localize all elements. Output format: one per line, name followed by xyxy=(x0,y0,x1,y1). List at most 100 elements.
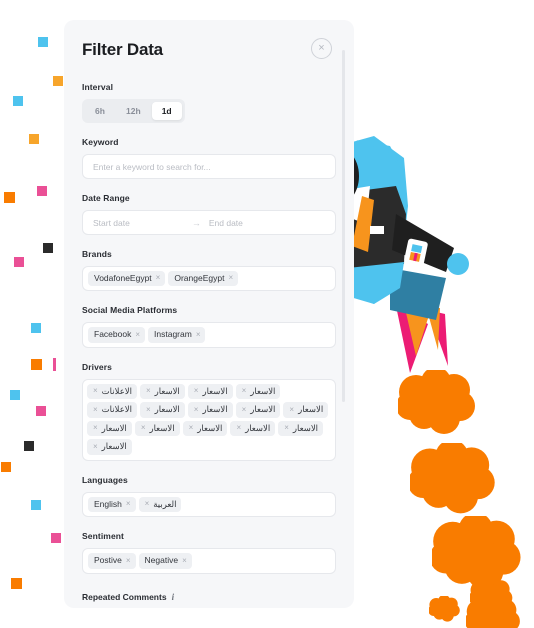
tag-chip[interactable]: Postive × xyxy=(88,553,136,569)
keyword-field: Keyword Enter a keyword to search for... xyxy=(82,137,336,179)
confetti-square xyxy=(13,96,23,106)
tag-remove-icon[interactable]: × xyxy=(228,273,233,284)
date-range-input[interactable]: Start date → End date xyxy=(82,210,336,235)
brands-field: Brands VodafoneEgypt × OrangeEgypt × xyxy=(82,249,336,292)
confetti-square xyxy=(1,462,11,472)
tag-remove-icon[interactable]: × xyxy=(182,556,187,567)
confetti-square xyxy=(38,37,48,47)
interval-option-6h[interactable]: 6h xyxy=(85,102,115,120)
tag-remove-icon[interactable]: × xyxy=(284,423,289,434)
confetti-square xyxy=(11,578,22,589)
tag-label: Negative xyxy=(144,555,179,566)
tag-label: VodafoneEgypt xyxy=(94,273,152,283)
confetti-square xyxy=(24,441,34,451)
tag-chip[interactable]: الاسعار × xyxy=(87,439,132,455)
tag-chip[interactable]: العربية × xyxy=(138,496,182,513)
tag-chip[interactable]: OrangeEgypt × xyxy=(168,271,239,287)
drivers-label: Drivers xyxy=(82,361,112,372)
filter-data-panel: Filter Data × Interval 6h 12h 1d Keyword E… xyxy=(64,20,354,608)
tag-chip[interactable]: الاسعار × xyxy=(278,420,324,437)
tag-remove-icon[interactable]: × xyxy=(93,442,98,453)
tag-label: الاسعار xyxy=(298,404,324,415)
tag-chip[interactable]: الاسعار × xyxy=(187,402,233,418)
tag-remove-icon[interactable]: × xyxy=(126,556,131,567)
tag-remove-icon[interactable]: × xyxy=(141,423,146,434)
tag-chip[interactable]: الاسعار × xyxy=(139,383,185,400)
tag-remove-icon[interactable]: × xyxy=(93,423,98,434)
tag-label: الاسعار xyxy=(154,404,180,415)
tag-chip[interactable]: الاسعار × xyxy=(139,402,185,418)
interval-label: Interval xyxy=(82,82,114,92)
repeated-comments-label: Repeated Comments xyxy=(82,591,167,602)
tag-remove-icon[interactable]: × xyxy=(242,386,247,397)
confetti-square xyxy=(31,500,41,510)
sentiment-field: Sentiment Postive × Negative × xyxy=(82,531,336,574)
tag-remove-icon[interactable]: × xyxy=(289,405,294,416)
confetti-square xyxy=(10,390,20,400)
tag-label: الاسعار xyxy=(197,422,223,433)
tag-chip[interactable]: الاسعار × xyxy=(230,420,276,437)
tag-chip[interactable]: Negative × xyxy=(138,553,192,569)
brands-tag-input[interactable]: VodafoneEgypt × OrangeEgypt × xyxy=(82,266,336,292)
tag-label: الاسعار xyxy=(292,422,319,433)
tag-chip[interactable]: الاعلانات × xyxy=(87,402,137,418)
info-icon[interactable]: i xyxy=(172,592,175,602)
languages-label: Languages xyxy=(82,474,128,485)
tag-chip[interactable]: الاسعار × xyxy=(283,402,329,418)
tag-remove-icon[interactable]: × xyxy=(146,405,151,416)
tag-remove-icon[interactable]: × xyxy=(189,423,194,434)
smoke-cloud xyxy=(398,370,475,434)
confetti-square xyxy=(29,134,39,144)
drivers-tag-input[interactable]: الاعلانات × الاسعار × الاسعار × الاسعار × الاعلا… xyxy=(82,378,336,461)
tag-chip[interactable]: الاسعار × xyxy=(87,420,132,437)
tag-label: الاعلانات xyxy=(101,385,132,396)
tag-chip[interactable]: English × xyxy=(88,496,136,513)
start-date-input[interactable]: Start date xyxy=(93,218,130,228)
tag-remove-icon[interactable]: × xyxy=(146,386,151,397)
languages-tag-input[interactable]: English × العربية × xyxy=(82,491,336,518)
interval-segmented-control[interactable]: 6h 12h 1d xyxy=(82,99,185,123)
tag-remove-icon[interactable]: × xyxy=(194,405,199,416)
tag-chip[interactable]: الاسعار × xyxy=(134,420,180,437)
tag-chip[interactable]: الاسعار × xyxy=(182,420,228,437)
tag-label: الاسعار xyxy=(154,385,180,396)
tag-remove-icon[interactable]: × xyxy=(145,499,150,510)
tag-remove-icon[interactable]: × xyxy=(135,330,140,341)
tag-chip[interactable]: الاسعار × xyxy=(187,383,233,400)
tag-remove-icon[interactable]: × xyxy=(93,386,98,397)
interval-option-1d[interactable]: 1d xyxy=(151,102,182,120)
tag-chip[interactable]: الاسعار × xyxy=(235,402,281,418)
tag-remove-icon[interactable]: × xyxy=(196,330,201,341)
tag-label: الاسعار xyxy=(250,385,276,396)
repeated-comments-row[interactable]: Repeated Comments i xyxy=(82,592,336,602)
tag-remove-icon[interactable]: × xyxy=(236,423,241,434)
page-title: Filter Data xyxy=(82,40,163,59)
interval-option-12h[interactable]: 12h xyxy=(117,102,150,120)
close-icon[interactable]: × xyxy=(311,38,332,59)
social-platforms-label: Social Media Platforms xyxy=(82,305,178,316)
tag-label: الاسعار xyxy=(101,441,127,452)
tag-remove-icon[interactable]: × xyxy=(156,273,161,284)
tag-label: الاعلانات xyxy=(101,404,132,415)
confetti-square xyxy=(36,406,46,416)
keyword-input[interactable]: Enter a keyword to search for... xyxy=(82,154,336,179)
social-platforms-field: Social Media Platforms Facebook × Instagra… xyxy=(82,305,336,348)
tag-chip[interactable]: الاسعار × xyxy=(235,383,281,400)
end-date-input[interactable]: End date xyxy=(209,218,243,228)
tag-remove-icon[interactable]: × xyxy=(194,386,199,397)
tag-remove-icon[interactable]: × xyxy=(126,499,131,510)
interval-field: Interval 6h 12h 1d xyxy=(82,82,336,123)
sentiment-tag-input[interactable]: Postive × Negative × xyxy=(82,548,336,574)
tag-chip[interactable]: الاعلانات × xyxy=(87,383,137,400)
languages-field: Languages English × العربية × xyxy=(82,474,336,518)
tag-chip[interactable]: Instagram × xyxy=(148,327,206,343)
confetti-square xyxy=(53,76,63,86)
tag-remove-icon[interactable]: × xyxy=(93,405,98,416)
panel-scrollbar[interactable] xyxy=(342,50,345,402)
tag-chip[interactable]: VodafoneEgypt × xyxy=(88,271,166,287)
drivers-field: Drivers الاعلانات × الاسعار × الاسعار × الاسعا… xyxy=(82,362,336,461)
tag-label: الاسعار xyxy=(101,422,127,433)
social-platforms-tag-input[interactable]: Facebook × Instagram × xyxy=(82,322,336,348)
tag-remove-icon[interactable]: × xyxy=(242,405,247,416)
tag-chip[interactable]: Facebook × xyxy=(88,327,146,343)
